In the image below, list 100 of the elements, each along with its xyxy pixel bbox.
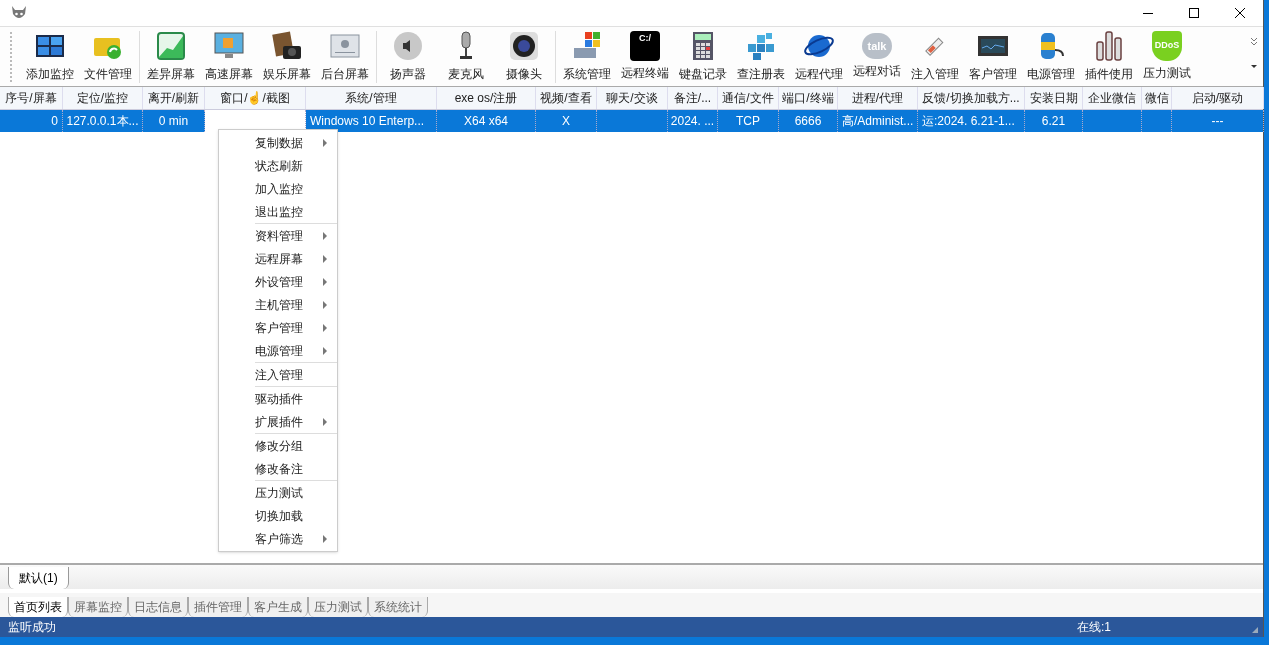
- menu-item[interactable]: 修改分组: [255, 434, 337, 457]
- terminal-icon: C:/: [630, 31, 660, 61]
- toolbar-button[interactable]: talk 远程对话: [848, 28, 906, 85]
- column-header[interactable]: 端口/终端: [779, 87, 838, 109]
- menu-item-label: 外设管理: [255, 273, 303, 291]
- menu-item[interactable]: 远程屏幕: [255, 247, 337, 270]
- menu-item[interactable]: 客户筛选: [255, 527, 337, 550]
- toolbar-button[interactable]: 后台屏幕: [316, 28, 374, 85]
- toolbar-button[interactable]: 电源管理: [1022, 28, 1080, 85]
- app-logo-icon: [10, 5, 28, 21]
- menu-item[interactable]: 压力测试: [255, 481, 337, 504]
- toolbar-button[interactable]: 注入管理: [906, 28, 964, 85]
- menu-item-label: 切换加载: [255, 507, 303, 525]
- menu-item[interactable]: 加入监控: [219, 177, 337, 200]
- page-tab[interactable]: 插件管理: [188, 597, 248, 617]
- submenu-arrow-icon: [323, 346, 327, 355]
- table-row[interactable]: 0 127.0.0.1本... 0 min Windows 10 Enterp... X64 x64 X 2024. ... TCP 6666 高/Administ... 运:2024. 6.21-1... 6.21 ---: [0, 110, 1263, 132]
- column-header[interactable]: 视频/查看: [536, 87, 597, 109]
- menu-item[interactable]: 状态刷新: [219, 154, 337, 177]
- table-cell: 6.21: [1025, 110, 1083, 132]
- toolbar-button[interactable]: 扬声器: [379, 28, 437, 85]
- submenu-arrow-icon: [323, 323, 327, 332]
- submenu-arrow-icon: [323, 300, 327, 309]
- menu-item[interactable]: 资料管理: [255, 224, 337, 247]
- menu-item[interactable]: 复制数据: [219, 131, 337, 154]
- menu-item-label: 复制数据: [255, 134, 303, 152]
- submenu-arrow-icon: [323, 534, 327, 543]
- toolbar-button[interactable]: 麦克风: [437, 28, 495, 85]
- column-header[interactable]: 定位/监控: [63, 87, 143, 109]
- menu-item[interactable]: 外设管理: [255, 270, 337, 293]
- column-header[interactable]: 聊天/交谈: [597, 87, 668, 109]
- column-header[interactable]: 备注/...: [668, 87, 718, 109]
- menu-item-label: 注入管理: [255, 366, 303, 384]
- menu-item-label: 状态刷新: [255, 157, 303, 175]
- menu-item[interactable]: 电源管理: [255, 339, 337, 362]
- menu-item-label: 资料管理: [255, 227, 303, 245]
- column-header[interactable]: 进程/代理: [838, 87, 918, 109]
- toolbar-button[interactable]: 插件使用: [1080, 28, 1138, 85]
- menu-item[interactable]: 注入管理: [255, 363, 337, 386]
- toolbar-button[interactable]: 高速屏幕: [200, 28, 258, 85]
- menu-item-label: 驱动插件: [255, 390, 303, 408]
- toolbar-button[interactable]: 添加监控: [21, 28, 79, 85]
- menu-item-label: 加入监控: [255, 180, 303, 198]
- toolbar-button[interactable]: 键盘记录: [674, 28, 732, 85]
- column-header[interactable]: 窗口/☝/截图: [205, 87, 306, 109]
- page-tab[interactable]: 客户生成: [248, 597, 308, 617]
- minimize-icon: [1143, 12, 1153, 14]
- column-header[interactable]: exe os/注册: [437, 87, 536, 109]
- chart-icon: [155, 30, 187, 62]
- submenu-arrow-icon: [323, 277, 327, 286]
- submenu-arrow-icon: [323, 231, 327, 240]
- toolbar-button[interactable]: C:/ 远程终端: [616, 28, 674, 85]
- toolbar-button[interactable]: 文件管理: [79, 28, 137, 85]
- page-tab[interactable]: 系统统计: [368, 597, 428, 617]
- menu-item-label: 客户管理: [255, 319, 303, 337]
- toolbar-button[interactable]: 差异屏幕: [142, 28, 200, 85]
- menu-item[interactable]: 退出监控: [219, 200, 337, 223]
- close-icon: [1235, 8, 1245, 18]
- camera-icon: [271, 30, 303, 62]
- menu-item-label: 远程屏幕: [255, 250, 303, 268]
- column-header[interactable]: 企业微信: [1083, 87, 1142, 109]
- table-cell: ---: [1172, 110, 1264, 132]
- table-cell: 0: [0, 110, 63, 132]
- menu-item[interactable]: 扩展插件: [255, 410, 337, 433]
- toolbar-button[interactable]: 娱乐屏幕: [258, 28, 316, 85]
- toolbar-button[interactable]: DDoS 压力测试: [1138, 28, 1196, 85]
- toolbar-button[interactable]: 系统管理: [558, 28, 616, 85]
- column-header[interactable]: 离开/刷新: [143, 87, 205, 109]
- menu-item[interactable]: 驱动插件: [255, 387, 337, 410]
- column-header[interactable]: 反馈/切换加载方...: [918, 87, 1025, 109]
- page-tab[interactable]: 首页列表: [8, 597, 68, 617]
- status-message: 监听成功: [8, 619, 56, 636]
- toolbar-button[interactable]: 查注册表: [732, 28, 790, 85]
- page-tab[interactable]: 压力测试: [308, 597, 368, 617]
- column-header[interactable]: 启动/驱动: [1172, 87, 1264, 109]
- speech-bubble-icon: talk: [862, 33, 892, 59]
- page-tab[interactable]: 日志信息: [128, 597, 188, 617]
- group-tab[interactable]: 默认(1): [8, 567, 69, 589]
- online-count: 在线:1: [1077, 619, 1111, 636]
- shield-icon: DDoS: [1152, 31, 1182, 61]
- table-cell: 6666: [779, 110, 838, 132]
- menu-item[interactable]: 主机管理: [255, 293, 337, 316]
- column-header[interactable]: 安装日期: [1025, 87, 1083, 109]
- menu-item-label: 主机管理: [255, 296, 303, 314]
- toolbar-button[interactable]: 客户管理: [964, 28, 1022, 85]
- page-tab[interactable]: 屏幕监控: [68, 597, 128, 617]
- column-header[interactable]: 序号/屏幕: [0, 87, 63, 109]
- column-header[interactable]: 微信: [1142, 87, 1172, 109]
- column-header[interactable]: 通信/文件: [718, 87, 779, 109]
- menu-item-label: 电源管理: [255, 342, 303, 360]
- menu-item-label: 退出监控: [255, 203, 303, 221]
- submenu-arrow-icon: [323, 138, 327, 147]
- menu-item[interactable]: 修改备注: [255, 457, 337, 480]
- toolbar-button[interactable]: 远程代理: [790, 28, 848, 85]
- table-cell: TCP: [718, 110, 779, 132]
- column-header[interactable]: 系统/管理: [306, 87, 437, 109]
- menu-item-label: 修改备注: [255, 460, 303, 478]
- toolbar-button[interactable]: 摄像头: [495, 28, 553, 85]
- menu-item[interactable]: 切换加载: [255, 504, 337, 527]
- menu-item[interactable]: 客户管理: [255, 316, 337, 339]
